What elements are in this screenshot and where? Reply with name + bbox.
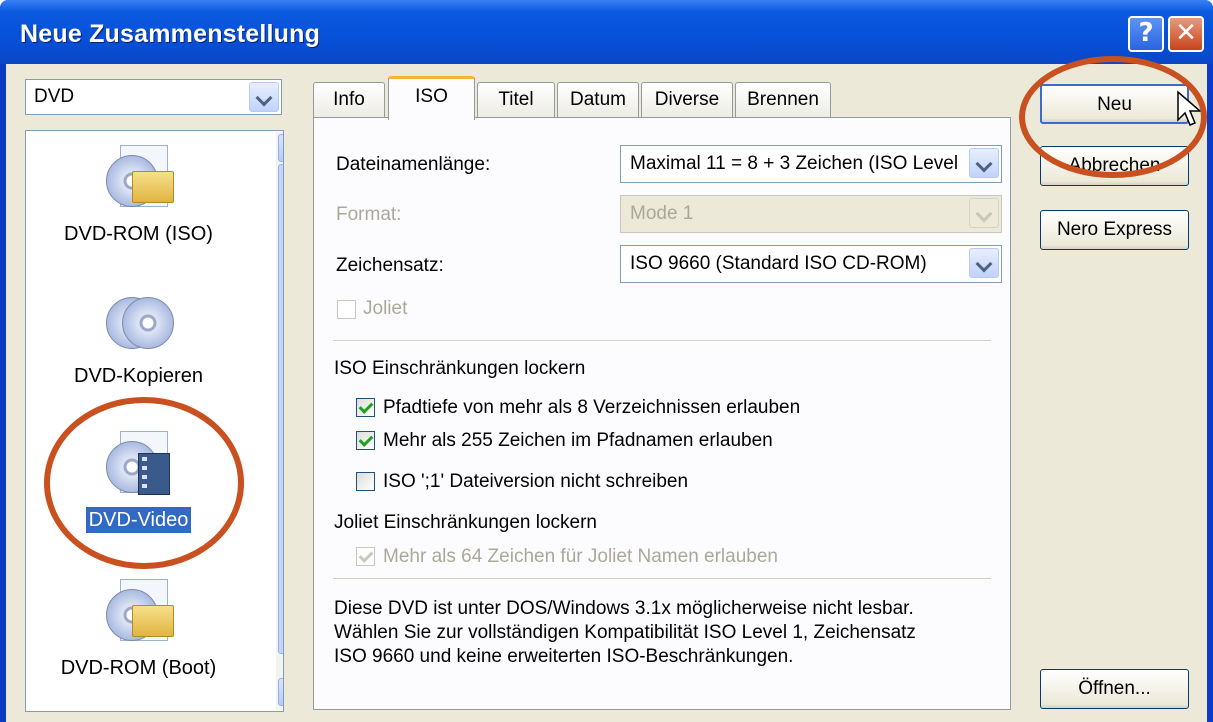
filename-length-value: Maximal 11 = 8 + 3 Zeichen (ISO Level 1) — [630, 153, 960, 174]
info-line-1: Diese DVD ist unter DOS/Windows 3.1x mög… — [334, 598, 914, 619]
list-item-label: DVD-ROM (Boot) — [60, 657, 217, 679]
chevron-down-icon[interactable] — [969, 248, 999, 278]
tab-diverse[interactable]: Diverse — [641, 82, 733, 118]
list-scrollbar[interactable] — [276, 132, 283, 710]
dvd-rom-iso-icon — [104, 145, 174, 215]
separator — [333, 578, 991, 580]
joliet-long-name-label: Mehr als 64 Zeichen für Joliet Namen erl… — [383, 546, 778, 567]
path-depth-checkbox[interactable] — [356, 398, 375, 417]
compilation-type-value: DVD — [34, 86, 75, 107]
dvd-copy-icon — [104, 287, 174, 357]
chevron-down-icon[interactable] — [249, 82, 279, 112]
file-version-checkbox[interactable] — [356, 472, 375, 491]
joliet-label: Joliet — [363, 298, 408, 319]
list-item-label: DVD-Kopieren — [74, 365, 203, 387]
scrollbar-thumb[interactable] — [278, 164, 283, 654]
path-depth-label[interactable]: Pfadtiefe von mehr als 8 Verzeichnissen … — [383, 397, 800, 419]
title-bar[interactable]: Neue Zusammenstellung ? ✕ — [0, 0, 1213, 64]
annotation-ring-dvd-video — [44, 397, 244, 569]
format-value: Mode 1 — [630, 203, 694, 224]
filename-length-select[interactable]: Maximal 11 = 8 + 3 Zeichen (ISO Level 1) — [620, 145, 1002, 183]
joliet-checkbox — [337, 300, 356, 319]
long-path-checkbox[interactable] — [356, 431, 375, 450]
dvd-rom-boot-icon — [104, 579, 174, 649]
tab-info[interactable]: Info — [313, 82, 385, 118]
long-path-label[interactable]: Mehr als 255 Zeichen im Pfadnamen erlaub… — [383, 430, 773, 452]
open-button[interactable]: Öffnen... — [1040, 669, 1189, 709]
charset-label: Zeichensatz: — [336, 255, 444, 276]
separator — [333, 340, 991, 342]
tab-iso[interactable]: ISO — [388, 76, 475, 120]
nero-express-button[interactable]: Nero Express — [1040, 210, 1189, 250]
chevron-down-icon[interactable] — [969, 148, 999, 178]
window-title: Neue Zusammenstellung — [20, 20, 321, 48]
close-button[interactable]: ✕ — [1168, 16, 1204, 52]
tab-brennen[interactable]: Brennen — [735, 82, 831, 118]
charset-select[interactable]: ISO 9660 (Standard ISO CD-ROM) — [620, 245, 1002, 283]
file-version-label[interactable]: ISO ';1' Dateiversion nicht schreiben — [383, 471, 688, 493]
list-item-label: DVD-ROM (ISO) — [64, 223, 213, 245]
scroll-down-icon[interactable] — [278, 678, 283, 706]
help-button[interactable]: ? — [1128, 16, 1164, 52]
joliet-relax-heading: Joliet Einschränkungen lockern — [334, 512, 597, 533]
list-item-dvd-rom-iso[interactable]: DVD-ROM (ISO) — [26, 145, 251, 246]
annotation-ring-new-button — [1019, 56, 1207, 178]
scroll-up-icon[interactable] — [278, 134, 283, 162]
iso-relax-heading: ISO Einschränkungen lockern — [334, 358, 586, 379]
format-select: Mode 1 — [620, 195, 1002, 233]
info-line-3: ISO 9660 und keine erweiterten ISO-Besch… — [334, 646, 794, 667]
tab-titel[interactable]: Titel — [477, 82, 555, 118]
joliet-long-name-checkbox — [356, 547, 375, 566]
tab-datum[interactable]: Datum — [557, 82, 639, 118]
chevron-down-icon — [969, 198, 999, 228]
info-line-2: Wählen Sie zur vollständigen Kompatibili… — [334, 622, 916, 643]
list-item-dvd-rom-boot[interactable]: DVD-ROM (Boot) — [26, 579, 251, 680]
compilation-type-select[interactable]: DVD — [25, 79, 282, 115]
filename-length-label: Dateinamenlänge: — [336, 154, 491, 175]
list-item-dvd-kopieren[interactable]: DVD-Kopieren — [26, 287, 251, 388]
format-label: Format: — [336, 204, 402, 225]
charset-value: ISO 9660 (Standard ISO CD-ROM) — [630, 253, 927, 274]
